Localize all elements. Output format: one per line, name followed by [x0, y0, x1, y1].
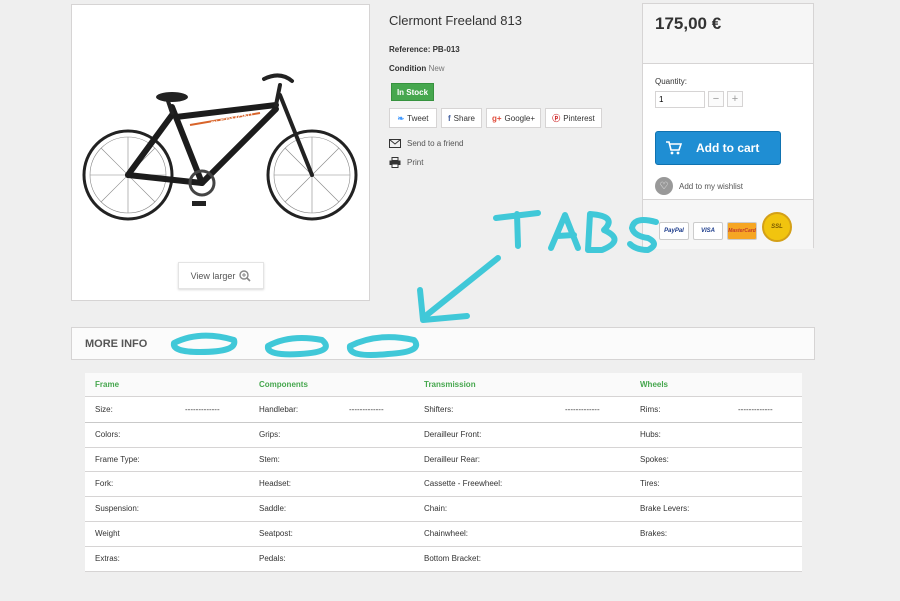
spec-row-divider: [85, 570, 802, 572]
spec-label: Colors:: [95, 429, 121, 439]
pinterest-button[interactable]: ⓟ Pinterest: [545, 108, 602, 128]
bicycle-image[interactable]: CLERMONT: [80, 65, 365, 235]
add-to-cart-label: Add to cart: [696, 141, 760, 155]
spec-row-divider: [85, 545, 802, 547]
tweet-label: Tweet: [407, 113, 429, 123]
spec-label: Spokes:: [640, 454, 669, 464]
spec-label: Pedals:: [259, 553, 286, 563]
condition-label: Condition: [389, 64, 427, 73]
spec-label: Derailleur Front:: [424, 429, 482, 439]
reference-label: Reference:: [389, 45, 431, 54]
spec-value: -------------: [185, 405, 220, 414]
spec-label: Rims:: [640, 405, 661, 414]
spec-label: Seatpost:: [259, 529, 293, 538]
pinterest-label: Pinterest: [563, 113, 595, 123]
spec-label: Cassette - Freewheel:: [424, 479, 503, 489]
spec-label: Size:: [95, 405, 113, 414]
spec-label: Bottom Bracket:: [424, 553, 481, 563]
mastercard-logo: MasterCard: [727, 222, 757, 240]
price-area: 175,00 €: [643, 4, 813, 64]
envelope-icon: [389, 139, 401, 148]
spec-label: Extras:: [95, 553, 120, 563]
product-price: 175,00 €: [655, 14, 722, 33]
condition-value: New: [428, 64, 445, 73]
spec-label: Chain:: [424, 504, 448, 514]
product-reference: Reference: PB-013: [389, 45, 460, 54]
paypal-logo: PayPal: [659, 222, 689, 240]
spec-column-header: Wheels: [640, 380, 669, 389]
facebook-icon: f: [447, 113, 451, 123]
spec-row-divider: [85, 446, 802, 448]
printer-icon: [389, 157, 401, 168]
spec-label: Headset:: [259, 479, 292, 489]
reference-value: PB-013: [432, 45, 460, 54]
wishlist-label: Add to my wishlist: [679, 181, 744, 191]
product-image-box: CLERMONT View larger: [71, 4, 370, 301]
more-info-heading: MORE INFO: [85, 338, 148, 350]
facebook-share-label: Share: [453, 113, 476, 123]
facebook-share-button[interactable]: f Share: [441, 108, 482, 128]
spec-column-header: Components: [259, 380, 308, 389]
product-condition: Condition New: [389, 64, 445, 73]
spec-value: -------------: [738, 405, 773, 414]
google-plus-button[interactable]: g+ Google+: [486, 108, 541, 128]
spec-row-divider: [85, 421, 802, 423]
tweet-button[interactable]: ❧ Tweet: [389, 108, 437, 128]
spec-row-divider: [85, 521, 802, 522]
view-larger-button[interactable]: View larger: [178, 262, 264, 289]
spec-label: Saddle:: [259, 504, 287, 514]
spec-label: Derailleur Rear:: [424, 454, 481, 464]
add-to-wishlist-link[interactable]: ♡ Add to my wishlist: [655, 177, 743, 195]
product-title: Clermont Freeland 813: [389, 13, 522, 28]
quantity-label: Quantity:: [655, 77, 688, 86]
send-to-friend-link[interactable]: Send to a friend: [389, 138, 463, 149]
quantity-decrease-button[interactable]: −: [708, 91, 724, 107]
spec-row-divider: [85, 471, 802, 473]
spec-label: Handlebar:: [259, 405, 299, 414]
spec-column-header: Transmission: [424, 380, 476, 389]
google-plus-label: Google+: [504, 113, 536, 123]
spec-label: Fork:: [95, 479, 114, 489]
spec-label: Hubs:: [640, 429, 661, 439]
stock-status-badge: In Stock: [391, 83, 434, 101]
print-label: Print: [407, 158, 424, 167]
buy-box: 175,00 € Quantity: − + Add to cart ♡ Add…: [642, 3, 814, 249]
send-to-friend-label: Send to a friend: [407, 139, 464, 148]
spec-value: -------------: [565, 405, 600, 414]
spec-label: Frame Type:: [95, 454, 140, 464]
add-to-cart-button[interactable]: Add to cart: [655, 131, 781, 165]
print-link[interactable]: Print: [389, 157, 423, 168]
spec-label: Tires:: [640, 479, 660, 489]
spec-label: Weight: [95, 529, 120, 538]
spec-label: Brakes:: [640, 529, 668, 538]
payment-logos: PayPal VISA MasterCard SSL: [643, 199, 813, 249]
visa-logo: VISA: [693, 222, 723, 240]
spec-label: Brake Levers:: [640, 504, 690, 514]
spec-row-divider: [85, 496, 802, 498]
specs-table: Frame Components Transmission Wheels Siz…: [85, 373, 802, 572]
heart-icon: ♡: [655, 177, 673, 195]
spec-label: Stem:: [259, 454, 280, 464]
spec-label: Shifters:: [424, 405, 454, 414]
spec-value: -------------: [349, 405, 384, 414]
twitter-icon: ❧: [397, 113, 405, 123]
spec-column-header: Frame: [95, 380, 120, 389]
view-larger-label: View larger: [190, 270, 236, 281]
spec-label: Suspension:: [95, 504, 140, 514]
zoom-in-icon: [239, 269, 251, 282]
more-info-header[interactable]: MORE INFO: [71, 327, 815, 360]
google-plus-icon: g+: [491, 113, 502, 123]
pinterest-icon: ⓟ: [552, 113, 561, 123]
shopping-cart-icon: [666, 141, 682, 155]
ssl-badge: SSL: [762, 212, 792, 242]
spec-label: Chainwheel:: [424, 529, 469, 538]
spec-label: Grips:: [259, 429, 281, 439]
quantity-increase-button[interactable]: +: [727, 91, 743, 107]
quantity-input[interactable]: [655, 91, 705, 108]
